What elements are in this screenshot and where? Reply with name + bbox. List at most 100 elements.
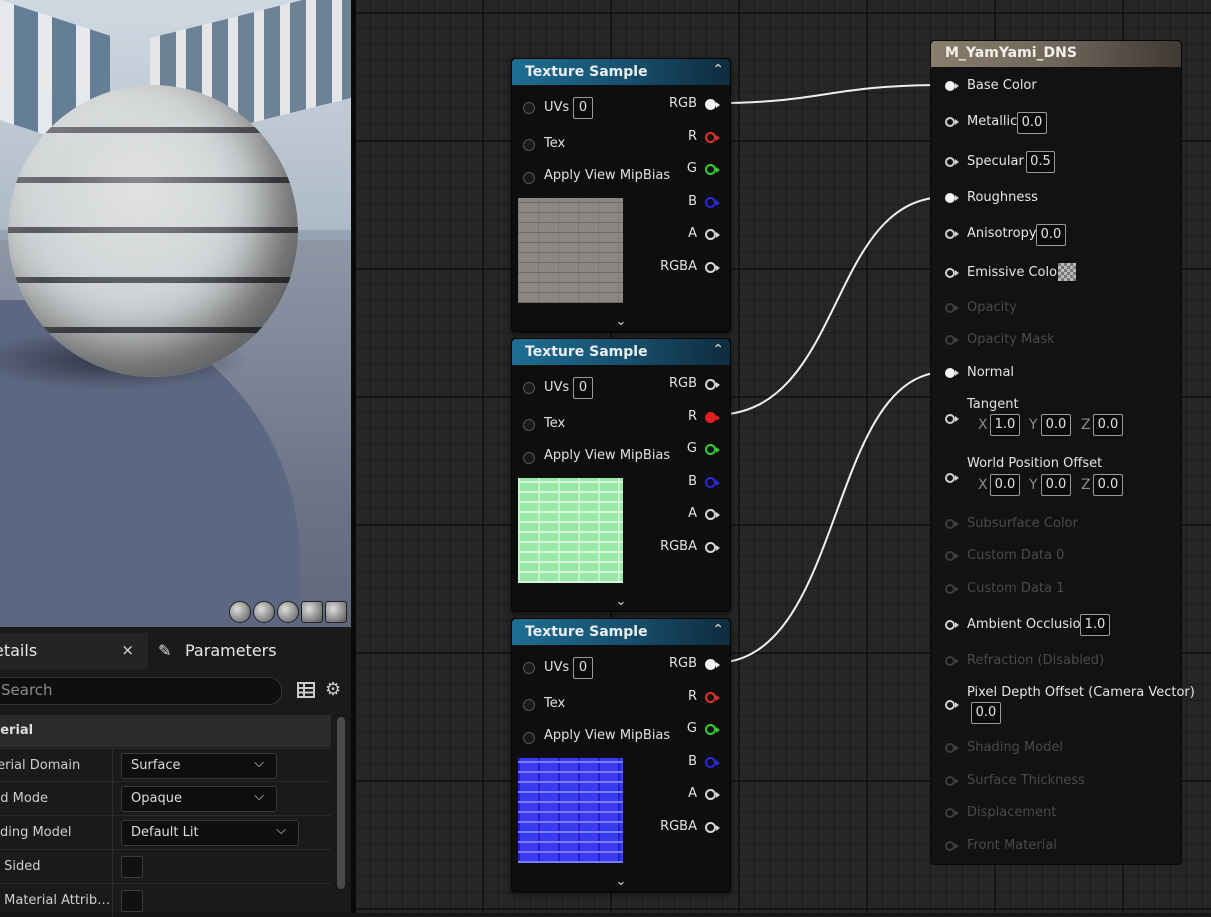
output-pin-rgb[interactable]	[705, 379, 720, 390]
chevron-down-icon: ⌵	[254, 789, 264, 804]
material-domain-dropdown[interactable]: Surface ⌵	[121, 753, 277, 779]
anisotropy-pin[interactable]	[945, 229, 959, 239]
two-sided-checkbox[interactable]	[121, 856, 143, 878]
tex-input-pin[interactable]	[523, 139, 535, 151]
output-pin-g[interactable]	[705, 724, 720, 735]
shading-model-dropdown[interactable]: Default Lit ⌵	[121, 820, 299, 846]
tangent-y-field[interactable]: 0.0	[1041, 414, 1071, 436]
output-pin-g[interactable]	[705, 164, 720, 175]
tangent-pin[interactable]	[945, 414, 959, 424]
output-pin-rgba[interactable]	[705, 822, 720, 833]
dropdown-value: Opaque	[131, 791, 182, 806]
close-icon[interactable]: ×	[121, 641, 134, 659]
uvs-value-field[interactable]: 0	[573, 97, 593, 119]
output-pin-g[interactable]	[705, 444, 720, 455]
sphere-shape-icon[interactable]	[253, 601, 275, 623]
output-pin-rgb[interactable]	[705, 659, 720, 670]
wpo-x-field[interactable]: 0.0	[990, 474, 1020, 496]
use-material-attributes-checkbox[interactable]	[121, 890, 143, 912]
emissive-color-swatch[interactable]	[1058, 263, 1076, 281]
output-pin-rgba[interactable]	[705, 262, 720, 273]
material-graph-canvas[interactable]: Texture Sample ⌃ UVs 0 Tex Apply View Mi…	[356, 0, 1211, 913]
expand-chevron-icon[interactable]: ⌄	[512, 594, 730, 609]
roughness-pin[interactable]	[945, 193, 959, 203]
uvs-value-field[interactable]: 0	[573, 377, 593, 399]
texture-sample-node-1[interactable]: Texture Sample ⌃ UVs 0 Tex Apply View Mi…	[511, 58, 731, 332]
blend-mode-dropdown[interactable]: Opaque ⌵	[121, 786, 277, 812]
uvs-value-field[interactable]: 0	[573, 657, 593, 679]
output-label-b: B	[688, 754, 697, 769]
wpo-z-field[interactable]: 0.0	[1093, 474, 1123, 496]
output-pin-r[interactable]	[705, 132, 720, 143]
tab-details[interactable]: etails ×	[0, 633, 148, 669]
texture-sample-node-3[interactable]: Texture Sample ⌃ UVs 0 Tex Apply View Mi…	[511, 618, 731, 892]
output-pin-b[interactable]	[705, 197, 720, 208]
mipbias-input-pin[interactable]	[523, 732, 535, 744]
metallic-pin[interactable]	[945, 117, 959, 127]
details-scrollbar[interactable]	[337, 717, 345, 889]
material-result-node[interactable]: M_YamYami_DNS Base Color Metallic 0.0 Sp…	[930, 40, 1195, 865]
ambient-occlusion-pin[interactable]	[945, 620, 959, 630]
divider	[112, 850, 113, 883]
teapot-shape-icon[interactable]	[325, 601, 347, 623]
gear-icon[interactable]: ⚙	[325, 679, 341, 700]
cube-shape-icon[interactable]	[301, 601, 323, 623]
node-header[interactable]: Texture Sample ⌃	[512, 339, 730, 365]
uvs-input-pin[interactable]	[523, 102, 535, 114]
pixel-depth-offset-value-field[interactable]: 0.0	[971, 702, 1001, 724]
table-view-icon[interactable]	[297, 681, 315, 699]
tex-input-pin[interactable]	[523, 699, 535, 711]
texture-preview-normal	[518, 758, 623, 863]
tangent-z-field[interactable]: 0.0	[1093, 414, 1123, 436]
pin-circle	[523, 662, 535, 674]
wpo-y-field[interactable]: 0.0	[1041, 474, 1071, 496]
cylinder-shape-icon[interactable]	[229, 601, 251, 623]
output-pin-r[interactable]	[705, 692, 720, 703]
output-pin-a[interactable]	[705, 229, 720, 240]
opacity-mask-pin	[945, 335, 959, 345]
emissive-color-pin[interactable]	[945, 268, 959, 278]
output-pin-r[interactable]	[705, 412, 720, 423]
pixel-depth-offset-label: Pixel Depth Offset (Camera Vector)	[967, 685, 1195, 700]
expand-chevron-icon[interactable]: ⌄	[512, 314, 730, 329]
metallic-value-field[interactable]: 0.0	[1017, 112, 1047, 134]
base-color-pin[interactable]	[945, 81, 959, 91]
pixel-depth-offset-pin[interactable]	[945, 700, 959, 710]
normal-pin[interactable]	[945, 368, 959, 378]
node-header[interactable]: Texture Sample ⌃	[512, 59, 730, 85]
mipbias-input-pin[interactable]	[523, 452, 535, 464]
plane-shape-icon[interactable]	[277, 601, 299, 623]
pin-arrow	[955, 119, 959, 125]
tangent-x-field[interactable]: 1.0	[990, 414, 1020, 436]
output-pin-b[interactable]	[705, 477, 720, 488]
world-position-offset-pin[interactable]	[945, 473, 959, 483]
search-input[interactable]: Search	[0, 677, 282, 705]
material-preview-viewport[interactable]	[0, 0, 351, 627]
output-pin-rgba[interactable]	[705, 542, 720, 553]
section-header-material[interactable]: terial	[0, 715, 331, 747]
output-pin-b[interactable]	[705, 757, 720, 768]
custom-data-0-pin	[945, 551, 959, 561]
uvs-input-pin[interactable]	[523, 662, 535, 674]
ambient-occlusion-value-field[interactable]: 1.0	[1080, 614, 1110, 636]
output-pin-a[interactable]	[705, 509, 720, 520]
expand-chevron-icon[interactable]: ⌄	[512, 874, 730, 889]
output-pin-rgb[interactable]	[705, 99, 720, 110]
collapse-icon[interactable]: ⌃	[712, 342, 724, 358]
output-pin-a[interactable]	[705, 789, 720, 800]
pin-dot	[945, 841, 955, 851]
pin-arrow	[955, 586, 959, 592]
tex-input-pin[interactable]	[523, 419, 535, 431]
specular-pin[interactable]	[945, 157, 959, 167]
result-node-header[interactable]: M_YamYami_DNS	[931, 41, 1181, 67]
tab-parameters[interactable]: ✎ Parameters	[156, 633, 346, 669]
base-color-label: Base Color	[967, 78, 1037, 93]
collapse-icon[interactable]: ⌃	[712, 622, 724, 638]
uvs-input-pin[interactable]	[523, 382, 535, 394]
mipbias-input-pin[interactable]	[523, 172, 535, 184]
specular-value-field[interactable]: 0.5	[1026, 151, 1055, 173]
texture-sample-node-2[interactable]: Texture Sample ⌃ UVs 0 Tex Apply View Mi…	[511, 338, 731, 612]
node-header[interactable]: Texture Sample ⌃	[512, 619, 730, 645]
collapse-icon[interactable]: ⌃	[712, 62, 724, 78]
anisotropy-value-field[interactable]: 0.0	[1036, 224, 1066, 246]
